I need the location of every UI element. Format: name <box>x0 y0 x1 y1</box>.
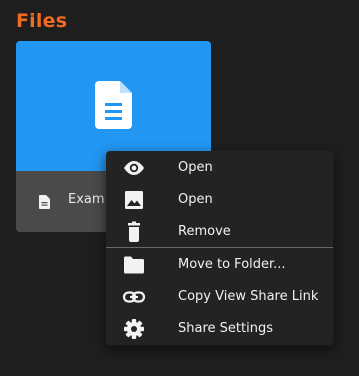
menu-item-label: Copy View Share Link <box>178 289 319 304</box>
file-name: Exam <box>68 192 105 207</box>
context-menu: Open Open Remove Move to Folder... Copy … <box>106 151 333 345</box>
menu-item-open-view[interactable]: Open <box>106 152 333 184</box>
section-title: Files <box>16 10 68 32</box>
link-icon <box>122 291 146 303</box>
menu-item-copy-share-link[interactable]: Copy View Share Link <box>106 281 333 313</box>
menu-item-open-image[interactable]: Open <box>106 184 333 216</box>
document-icon <box>39 195 50 209</box>
document-icon <box>95 81 132 129</box>
menu-item-share-settings[interactable]: Share Settings <box>106 313 333 345</box>
menu-divider <box>106 247 333 248</box>
menu-item-remove[interactable]: Remove <box>106 216 333 248</box>
menu-item-label: Remove <box>178 224 231 239</box>
menu-item-label: Open <box>178 160 213 175</box>
menu-item-move-to-folder[interactable]: Move to Folder... <box>106 249 333 281</box>
menu-item-label: Open <box>178 192 213 207</box>
trash-icon <box>128 221 140 242</box>
folder-icon <box>124 256 144 274</box>
menu-item-label: Share Settings <box>178 321 273 336</box>
gear-icon <box>124 319 144 339</box>
menu-item-label: Move to Folder... <box>178 257 286 272</box>
image-icon <box>125 191 143 209</box>
eye-icon <box>124 161 144 175</box>
